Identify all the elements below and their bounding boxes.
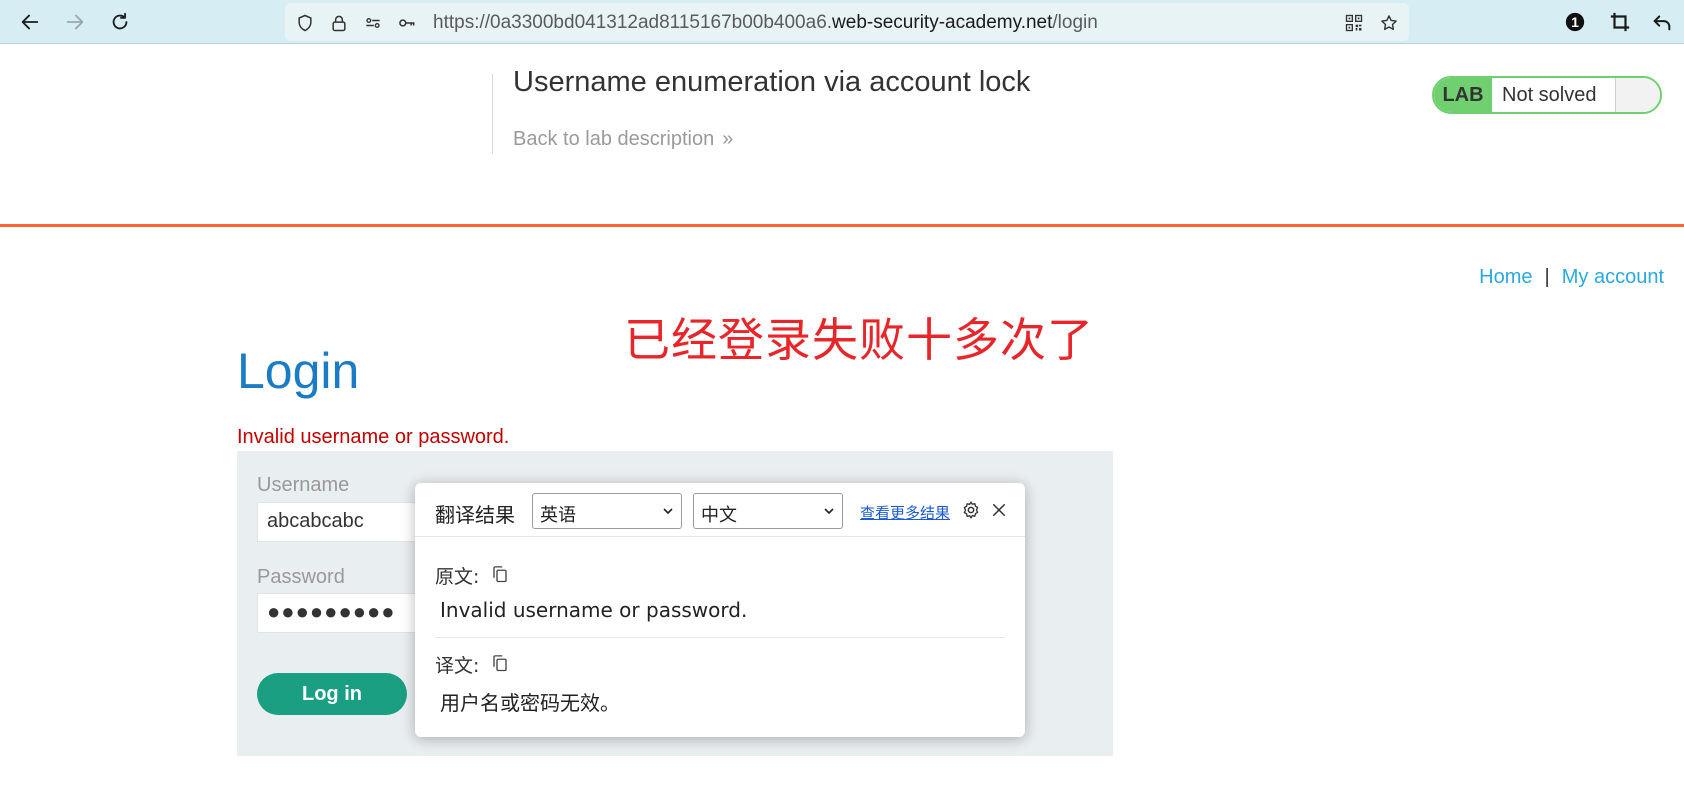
bookmark-star-icon[interactable] — [1378, 12, 1400, 34]
crop-icon — [1610, 12, 1630, 32]
reload-icon — [112, 12, 128, 30]
url-prefix: https://0a3300bd041312ad8115167b00b400a6… — [433, 12, 833, 33]
source-language-select[interactable]: 英语 — [532, 493, 682, 529]
lab-status-icon-slot — [1616, 78, 1660, 112]
lab-status-badge: LAB Not solved — [1432, 76, 1662, 114]
back-to-lab-description-link[interactable]: Back to lab description » — [513, 128, 733, 151]
header-separator — [0, 224, 1684, 227]
close-icon[interactable] — [988, 499, 1010, 521]
my-account-link[interactable]: My account — [1562, 266, 1664, 288]
translation-label: 译文: — [435, 655, 480, 677]
copy-icon[interactable] — [491, 565, 509, 583]
login-heading: Login — [237, 343, 360, 399]
login-error-message: Invalid username or password. — [237, 426, 510, 448]
back-button[interactable] — [16, 8, 44, 36]
target-language-value: 中文 — [701, 505, 737, 526]
url-path: /login — [1052, 12, 1098, 33]
url-domain: web-security-academy.net — [832, 12, 1053, 33]
lab-status-text: Not solved — [1492, 78, 1616, 112]
home-link[interactable]: Home — [1479, 266, 1532, 288]
translation-popup-title: 翻译结果 — [435, 503, 515, 527]
target-language-select[interactable]: 中文 — [693, 493, 843, 529]
red-annotation-text: 已经登录失败十多次了 — [624, 313, 1094, 367]
lab-header-divider — [492, 74, 493, 154]
reload-button[interactable] — [106, 8, 134, 36]
chevron-down-icon — [663, 508, 673, 515]
permissions-icon[interactable] — [362, 12, 384, 34]
translation-text: 用户名或密码无效。 — [440, 691, 620, 715]
nav-separator: | — [1544, 266, 1550, 288]
extension-badge-count: 1 — [1571, 14, 1579, 30]
chevron-down-icon — [824, 508, 834, 515]
settings-gear-icon[interactable] — [960, 499, 982, 521]
source-language-value: 英语 — [540, 505, 576, 526]
undo-button[interactable] — [1648, 8, 1676, 36]
crop-tool-button[interactable] — [1606, 8, 1634, 36]
username-label: Username — [257, 474, 350, 496]
lab-title: Username enumeration via account lock — [513, 66, 1031, 98]
log-in-button[interactable]: Log in — [257, 673, 407, 715]
key-icon[interactable] — [396, 12, 418, 34]
url-text[interactable]: https://0a3300bd041312ad8115167b00b400a6… — [433, 12, 1098, 34]
lock-icon[interactable] — [328, 12, 350, 34]
shield-icon[interactable] — [294, 12, 316, 34]
more-results-link[interactable]: 查看更多结果 — [860, 502, 950, 523]
password-label: Password — [257, 566, 345, 588]
extension-badge-button[interactable]: 1 — [1561, 8, 1589, 36]
copy-icon[interactable] — [491, 654, 509, 672]
translation-popup: 翻译结果 英语 中文 查看更多结果 原文: Invalid username o… — [415, 483, 1025, 737]
lab-tag: LAB — [1434, 78, 1492, 112]
original-label: 原文: — [435, 566, 480, 588]
back-link-label: Back to lab description — [513, 128, 715, 150]
original-text: Invalid username or password. — [440, 598, 748, 622]
address-bar[interactable]: https://0a3300bd041312ad8115167b00b400a6… — [285, 3, 1409, 41]
arrow-right-icon — [66, 14, 84, 30]
double-chevron-right-icon: » — [722, 128, 734, 150]
arrow-left-icon — [21, 14, 39, 30]
top-nav: Home | My account — [1479, 266, 1664, 289]
undo-arrow-icon — [1653, 15, 1671, 31]
translation-popup-header: 翻译结果 英语 中文 查看更多结果 — [415, 483, 1025, 537]
forward-button[interactable] — [61, 8, 89, 36]
browser-toolbar: https://0a3300bd041312ad8115167b00b400a6… — [0, 0, 1684, 44]
popup-divider — [435, 637, 1005, 638]
qr-code-icon[interactable] — [1343, 12, 1365, 34]
